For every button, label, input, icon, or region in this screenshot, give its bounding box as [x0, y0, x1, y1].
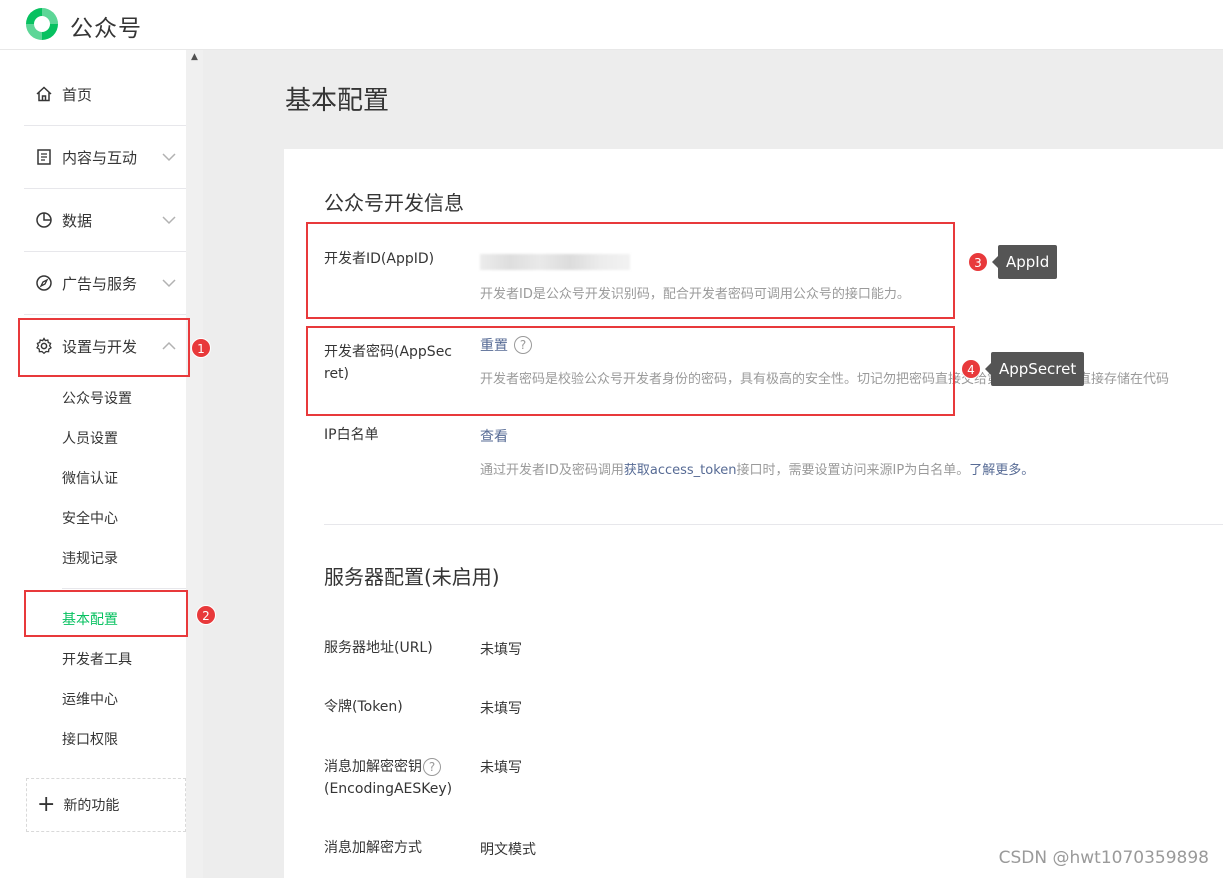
aes-key-label-line2: (EncodingAESKey) — [324, 781, 453, 797]
encryption-mode-value: 明文模式 — [480, 842, 536, 858]
annotation-tip-appsecret: AppSecret — [984, 352, 1085, 386]
pie-chart-icon — [36, 212, 52, 228]
token-label: 令牌(Token) — [324, 699, 403, 715]
nav-item-content[interactable]: 内容与互动 — [24, 126, 186, 188]
new-feature-label: 新的功能 — [63, 798, 120, 814]
annotation-badge: 1 — [191, 338, 211, 358]
compass-icon — [36, 275, 52, 291]
sub-item-wechat-verification[interactable]: 微信认证 — [62, 468, 118, 488]
nav-item-data[interactable]: 数据 — [24, 189, 186, 251]
home-icon — [36, 86, 52, 102]
chevron-down-icon — [162, 153, 176, 162]
sub-item-developer-tools[interactable]: 开发者工具 — [62, 649, 132, 669]
annotation-tip-appid: AppId — [991, 245, 1058, 279]
top-bar: 公众号 — [0, 0, 1223, 50]
sub-item-member-settings[interactable]: 人员设置 — [62, 428, 118, 448]
scroll-up-arrow-icon[interactable]: ▲ — [190, 53, 199, 62]
section-title-dev-info: 公众号开发信息 — [324, 191, 464, 215]
server-url-value: 未填写 — [480, 642, 522, 658]
new-feature-button[interactable]: + 新的功能 — [26, 778, 186, 832]
sub-item-api-permissions[interactable]: 接口权限 — [62, 729, 118, 749]
chevron-down-icon — [162, 216, 176, 225]
view-ip-whitelist-link[interactable]: 查看 — [480, 426, 508, 446]
nav-label: 内容与互动 — [62, 148, 138, 167]
divider — [62, 588, 186, 589]
learn-more-link[interactable]: 了解更多。 — [969, 463, 1034, 478]
annotation-box-basic-config — [24, 590, 188, 637]
access-token-link[interactable]: 获取access_token — [624, 463, 737, 478]
wechat-official-account-logo-icon[interactable] — [24, 6, 60, 42]
sidebar-scrollbar[interactable] — [186, 50, 203, 878]
ip-whitelist-label: IP白名单 — [324, 427, 379, 443]
section-title-server-config: 服务器配置(未启用) — [324, 565, 500, 589]
aes-key-value: 未填写 — [480, 760, 522, 776]
sub-item-account-settings[interactable]: 公众号设置 — [62, 388, 132, 408]
annotation-badge: 3 — [968, 252, 988, 272]
sub-item-violation-records[interactable]: 违规记录 — [62, 548, 118, 568]
brand-title: 公众号 — [70, 16, 142, 42]
aes-key-label-line1: 消息加解密密钥 — [324, 759, 422, 775]
annotation-box-appid — [306, 222, 955, 319]
server-url-label: 服务器地址(URL) — [324, 640, 433, 656]
nav-label: 首页 — [62, 85, 93, 104]
annotation-box-settings — [18, 318, 190, 377]
document-icon — [37, 149, 51, 165]
aes-key-label: 消息加解密密钥? (EncodingAESKey) — [324, 756, 452, 800]
nav-item-home[interactable]: 首页 — [24, 63, 186, 125]
ip-desc-prefix: 通过开发者ID及密码调用 — [480, 463, 624, 478]
annotation-badge: 2 — [196, 605, 216, 625]
nav-label: 广告与服务 — [62, 274, 138, 293]
nav-label: 数据 — [62, 211, 93, 230]
encryption-mode-label: 消息加解密方式 — [324, 840, 422, 856]
ip-whitelist-description: 通过开发者ID及密码调用获取access_token接口时，需要设置访问来源IP… — [480, 459, 1034, 478]
ip-desc-middle: 接口时，需要设置访问来源IP为白名单。 — [736, 463, 970, 478]
nav-item-ads-services[interactable]: 广告与服务 — [24, 252, 186, 314]
watermark: CSDN @hwt1070359898 — [998, 848, 1209, 868]
section-divider — [324, 524, 1223, 525]
plus-icon: + — [37, 792, 56, 817]
help-icon[interactable]: ? — [423, 758, 441, 776]
page-title: 基本配置 — [285, 86, 390, 116]
annotation-box-appsecret — [306, 326, 955, 416]
chevron-down-icon — [162, 279, 176, 288]
token-value: 未填写 — [480, 701, 522, 717]
sub-item-ops-center[interactable]: 运维中心 — [62, 689, 118, 709]
annotation-badge: 4 — [961, 359, 981, 379]
sub-item-security-center[interactable]: 安全中心 — [62, 508, 118, 528]
